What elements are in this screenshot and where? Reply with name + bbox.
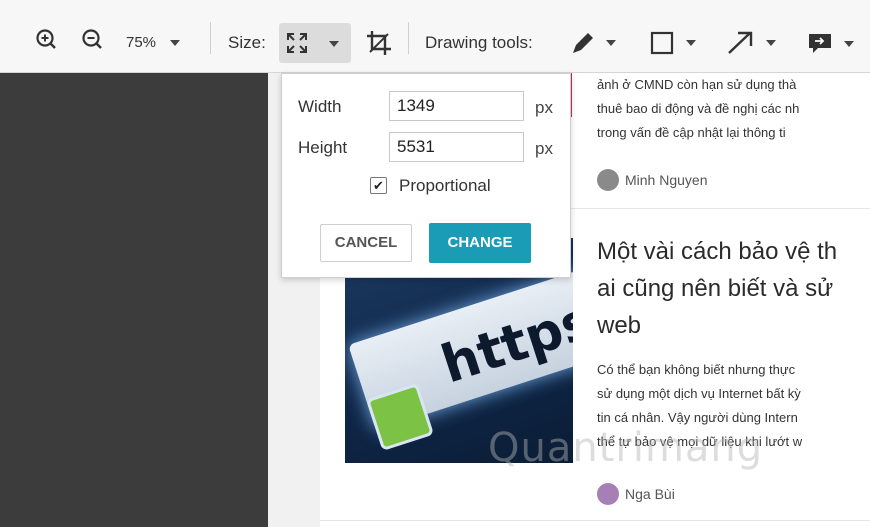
divider xyxy=(320,520,870,521)
chevron-down-icon xyxy=(329,41,339,47)
excerpt-line: sử dụng một dịch vụ Internet bất kỳ xyxy=(597,386,801,401)
change-button[interactable]: CHANGE xyxy=(429,223,531,263)
crop-button[interactable] xyxy=(366,30,392,56)
width-input[interactable] xyxy=(389,91,524,121)
pen-tool-button[interactable] xyxy=(570,30,616,56)
headline-line: web xyxy=(597,312,642,339)
callout-tool-button[interactable] xyxy=(808,33,854,55)
toolbar-divider xyxy=(408,22,409,54)
zoom-in-icon xyxy=(36,29,56,49)
chevron-down-icon xyxy=(686,40,696,46)
zoom-out-icon xyxy=(82,29,102,49)
pencil-icon xyxy=(573,33,593,53)
crop-icon xyxy=(367,31,391,55)
author-name: Minh Nguyen xyxy=(625,172,708,188)
size-popup: Width px Height px ✔ Proportional CANCEL… xyxy=(281,73,571,278)
toolbar: 75% Size: Drawing tools: xyxy=(0,0,870,73)
arrow-icon xyxy=(728,31,753,54)
rectangle-icon xyxy=(650,31,674,55)
chevron-down-icon xyxy=(766,40,776,46)
zoom-in-button[interactable] xyxy=(35,28,57,50)
zoom-out-button[interactable] xyxy=(81,28,103,50)
size-label: Size: xyxy=(228,33,266,52)
height-input[interactable] xyxy=(389,132,524,162)
snippet-line: thuê bao di động và đề nghị các nh xyxy=(597,101,800,116)
headline-line: ai cũng nên biết và sử xyxy=(597,275,834,302)
watermark-logo: Quantrimang xyxy=(488,425,764,471)
proportional-label: Proportional xyxy=(399,176,491,195)
arrow-tool-button[interactable] xyxy=(726,30,776,56)
width-unit: px xyxy=(535,98,553,117)
chevron-down-icon xyxy=(170,39,181,46)
toolbar-divider xyxy=(210,22,211,54)
article-author[interactable]: Nga Bùi xyxy=(597,483,675,505)
author-name: Nga Bùi xyxy=(625,486,675,502)
prev-article-snippet: ảnh ở CMND còn hạn sử dụng thà thuê bao … xyxy=(597,73,870,145)
headline-line: Một vài cách bảo vệ th xyxy=(597,238,838,265)
avatar xyxy=(597,483,619,505)
chevron-down-icon xyxy=(844,41,854,47)
article-headline[interactable]: Một vài cách bảo vệ th ai cũng nên biết … xyxy=(597,233,870,344)
excerpt-line: Có thể bạn không biết nhưng thực xyxy=(597,362,796,377)
callout-icon xyxy=(809,34,831,53)
canvas-background xyxy=(0,73,268,527)
cancel-button[interactable]: CANCEL xyxy=(320,224,412,262)
snippet-line: ảnh ở CMND còn hạn sử dụng thà xyxy=(597,77,797,92)
snippet-line: trong vấn đề cập nhật lại thông ti xyxy=(597,125,786,140)
zoom-value: 75% xyxy=(126,34,157,51)
avatar xyxy=(597,169,619,191)
prev-article-author[interactable]: Minh Nguyen xyxy=(597,169,708,191)
chevron-down-icon xyxy=(606,40,616,46)
zoom-select[interactable]: 75% xyxy=(126,34,181,51)
height-label: Height xyxy=(298,138,348,157)
rectangle-tool-button[interactable] xyxy=(650,31,696,55)
size-button[interactable] xyxy=(279,23,351,63)
resize-icon xyxy=(287,33,307,53)
width-label: Width xyxy=(298,97,342,116)
drawing-tools-label: Drawing tools: xyxy=(425,33,533,52)
proportional-checkbox[interactable]: ✔ xyxy=(370,177,387,194)
height-unit: px xyxy=(535,139,553,158)
